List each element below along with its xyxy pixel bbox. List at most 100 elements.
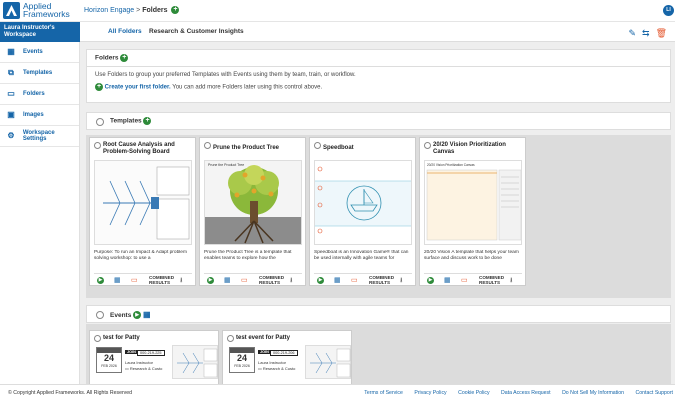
thumb-label: 20/20 Vision Prioritization Canvas	[427, 163, 475, 167]
sidebar-item-templates[interactable]: ⧉ Templates	[0, 63, 79, 84]
tab-toolbar: ✎⇆🗑	[628, 28, 673, 39]
templates-icon: ⧉	[8, 68, 14, 77]
download-icon[interactable]: ⭳	[180, 277, 182, 284]
calendar-icon[interactable]: ▦	[143, 310, 151, 319]
breadcrumb-current: Folders	[142, 6, 168, 14]
schedule-icon[interactable]: ▦	[334, 277, 341, 284]
add-icon[interactable]: +	[95, 83, 103, 91]
template-title: Speedboat	[323, 145, 354, 151]
schedule-icon[interactable]: ▦	[114, 277, 121, 284]
template-select-radio[interactable]	[94, 142, 101, 149]
event-date-icon: 24 FEB 2026	[229, 347, 255, 373]
tab-research-customer-insights[interactable]: Research & Customer Insights	[149, 28, 244, 35]
footer: © Copyright Applied Frameworks. All Righ…	[0, 384, 675, 399]
add-to-folder-icon[interactable]: ▭	[241, 277, 248, 284]
start-event-icon[interactable]: ▶	[133, 311, 142, 320]
template-card[interactable]: Root Cause Analysis and Problem-Solving …	[89, 137, 196, 286]
sidebar-item-images[interactable]: ▣ Images	[0, 105, 79, 126]
combined-results-label[interactable]: COMBINED RESULTS	[149, 275, 177, 285]
event-select-radio[interactable]	[227, 335, 234, 342]
event-card[interactable]: test for Patty 24 FEB 2026 JOIN 000-219-…	[89, 330, 219, 386]
schedule-icon[interactable]: ▦	[224, 277, 231, 284]
applied-frameworks-logo[interactable]: Applied Frameworks	[3, 2, 80, 20]
download-icon[interactable]: ⭳	[400, 277, 402, 284]
add-to-folder-icon[interactable]: ▭	[351, 277, 358, 284]
play-icon[interactable]: ▶	[207, 277, 214, 284]
terms-link[interactable]: Terms of Service	[364, 390, 403, 396]
privacy-link[interactable]: Privacy Policy	[414, 390, 446, 396]
template-card[interactable]: 20/20 Vision Prioritization Canvas 20/20…	[419, 137, 526, 286]
sidebar: Laura Instructor's Workspace ▦ Events ⧉ …	[0, 22, 80, 384]
add-to-folder-icon[interactable]: ▭	[131, 277, 138, 284]
folders-section-header: Folders +	[86, 49, 671, 67]
template-description: Purpose: To run an Impact & Adapt proble…	[94, 250, 187, 261]
events-grid: test for Patty 24 FEB 2026 JOIN 000-219-…	[86, 324, 671, 386]
event-card[interactable]: test event for Patty 24 FEB 2026 JOIN 00…	[222, 330, 352, 386]
combined-results-label[interactable]: COMBINED RESULTS	[479, 275, 507, 285]
event-date-icon: 24 FEB 2026	[96, 347, 122, 373]
fishbone-diagram-icon	[177, 348, 218, 378]
download-icon[interactable]: ⭳	[290, 277, 292, 284]
combined-results-label[interactable]: COMBINED RESULTS	[369, 275, 397, 285]
fishbone-diagram-icon	[310, 348, 351, 378]
template-actions: ▶ ▦ ▭ COMBINED RESULTS ⭳	[94, 273, 192, 285]
event-title: test for Patty	[103, 335, 140, 341]
breadcrumb-parent[interactable]: Horizon Engage	[84, 7, 134, 14]
add-folder-icon[interactable]: +	[120, 54, 129, 62]
event-month: FEB 2026	[101, 364, 117, 368]
download-icon[interactable]: ⭳	[510, 277, 512, 284]
select-all-templates-radio[interactable]	[96, 118, 104, 126]
sidebar-item-label: Events	[23, 49, 43, 55]
schedule-icon[interactable]: ▦	[444, 277, 451, 284]
template-card[interactable]: Prune the Product Tree Prune the Product…	[199, 137, 306, 286]
tab-all-folders[interactable]: All Folders	[108, 28, 142, 35]
template-card[interactable]: Speedboat Speedboat is an Innovation Gam…	[309, 137, 416, 286]
sidebar-item-label: Workspace Settings	[22, 130, 55, 142]
sidebar-item-events[interactable]: ▦ Events	[0, 42, 79, 63]
add-template-icon[interactable]: +	[143, 117, 152, 125]
join-label[interactable]: JOIN	[125, 350, 138, 354]
edit-icon[interactable]: ✎	[628, 28, 642, 38]
template-description: Speedboat is an Innovation Game® that ca…	[314, 250, 409, 261]
event-day: 24	[236, 353, 247, 363]
event-owner: Laura Instructor	[125, 360, 154, 365]
tree-illustration-icon: Prune the Product Tree	[205, 161, 301, 244]
template-select-radio[interactable]	[424, 142, 431, 149]
image-icon: ▣	[7, 110, 15, 119]
play-icon[interactable]: ▶	[97, 277, 104, 284]
template-actions: ▶ ▦ ▭ COMBINED RESULTS ⭳	[204, 273, 302, 285]
create-first-folder-link[interactable]: Create your first folder.	[105, 85, 171, 91]
event-code: 000-219-206	[270, 350, 298, 356]
breadcrumb: Horizon Engage > Folders +	[84, 6, 180, 14]
event-owner: Laura Instructor	[258, 360, 287, 365]
templates-section-header: Templates +	[86, 112, 671, 130]
folders-create-line: + Create your first folder. You can add …	[95, 83, 662, 91]
do-not-sell-link[interactable]: Do Not Sell My Information	[562, 390, 624, 396]
template-title: Prune the Product Tree	[213, 145, 280, 151]
move-folder-icon[interactable]: ⇆	[642, 28, 656, 38]
delete-icon[interactable]: 🗑	[656, 28, 673, 38]
data-access-link[interactable]: Data Access Request	[501, 390, 551, 396]
event-folder: ▭ Research & Custo	[258, 366, 296, 371]
sidebar-item-folders[interactable]: ▭ Folders	[0, 84, 79, 105]
template-select-radio[interactable]	[204, 142, 211, 149]
logo-mark-icon	[3, 2, 20, 19]
add-to-folder-icon[interactable]: ▭	[461, 277, 468, 284]
select-all-events-radio[interactable]	[96, 311, 104, 319]
section-title: Events ▶ ▦	[110, 310, 151, 320]
sidebar-item-workspace-settings[interactable]: ⚙ Workspace Settings	[0, 126, 79, 147]
contact-support-link[interactable]: Contact Support	[636, 390, 674, 396]
add-folder-icon[interactable]: +	[171, 6, 180, 14]
event-day: 24	[103, 353, 114, 363]
join-label[interactable]: JOIN	[258, 350, 271, 354]
play-icon[interactable]: ▶	[317, 277, 324, 284]
template-select-radio[interactable]	[314, 142, 321, 149]
play-icon[interactable]: ▶	[427, 277, 434, 284]
event-title: test event for Patty	[236, 335, 291, 341]
workspace-title[interactable]: Laura Instructor's Workspace	[0, 22, 80, 42]
template-actions: ▶ ▦ ▭ COMBINED RESULTS ⭳	[424, 273, 522, 285]
avatar[interactable]: LI	[663, 5, 674, 16]
event-select-radio[interactable]	[94, 335, 101, 342]
cookie-link[interactable]: Cookie Policy	[458, 390, 489, 396]
combined-results-label[interactable]: COMBINED RESULTS	[259, 275, 287, 285]
